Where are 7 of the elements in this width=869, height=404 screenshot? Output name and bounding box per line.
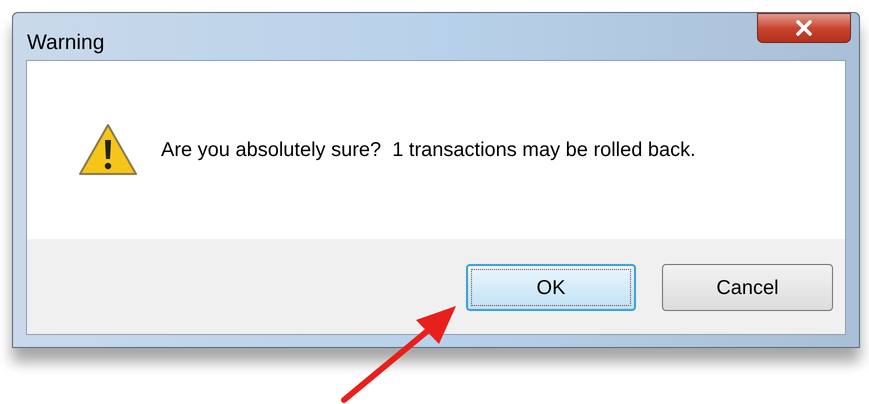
window-title: Warning [27, 30, 104, 56]
close-button[interactable] [757, 13, 851, 43]
warning-message: Are you absolutely sure? 1 transactions may be rolled back. [161, 138, 696, 163]
warning-icon [77, 122, 139, 178]
dialog-button[interactable]: OK [466, 264, 636, 311]
close-icon [795, 20, 813, 36]
dialog-button[interactable]: Cancel [662, 264, 833, 311]
